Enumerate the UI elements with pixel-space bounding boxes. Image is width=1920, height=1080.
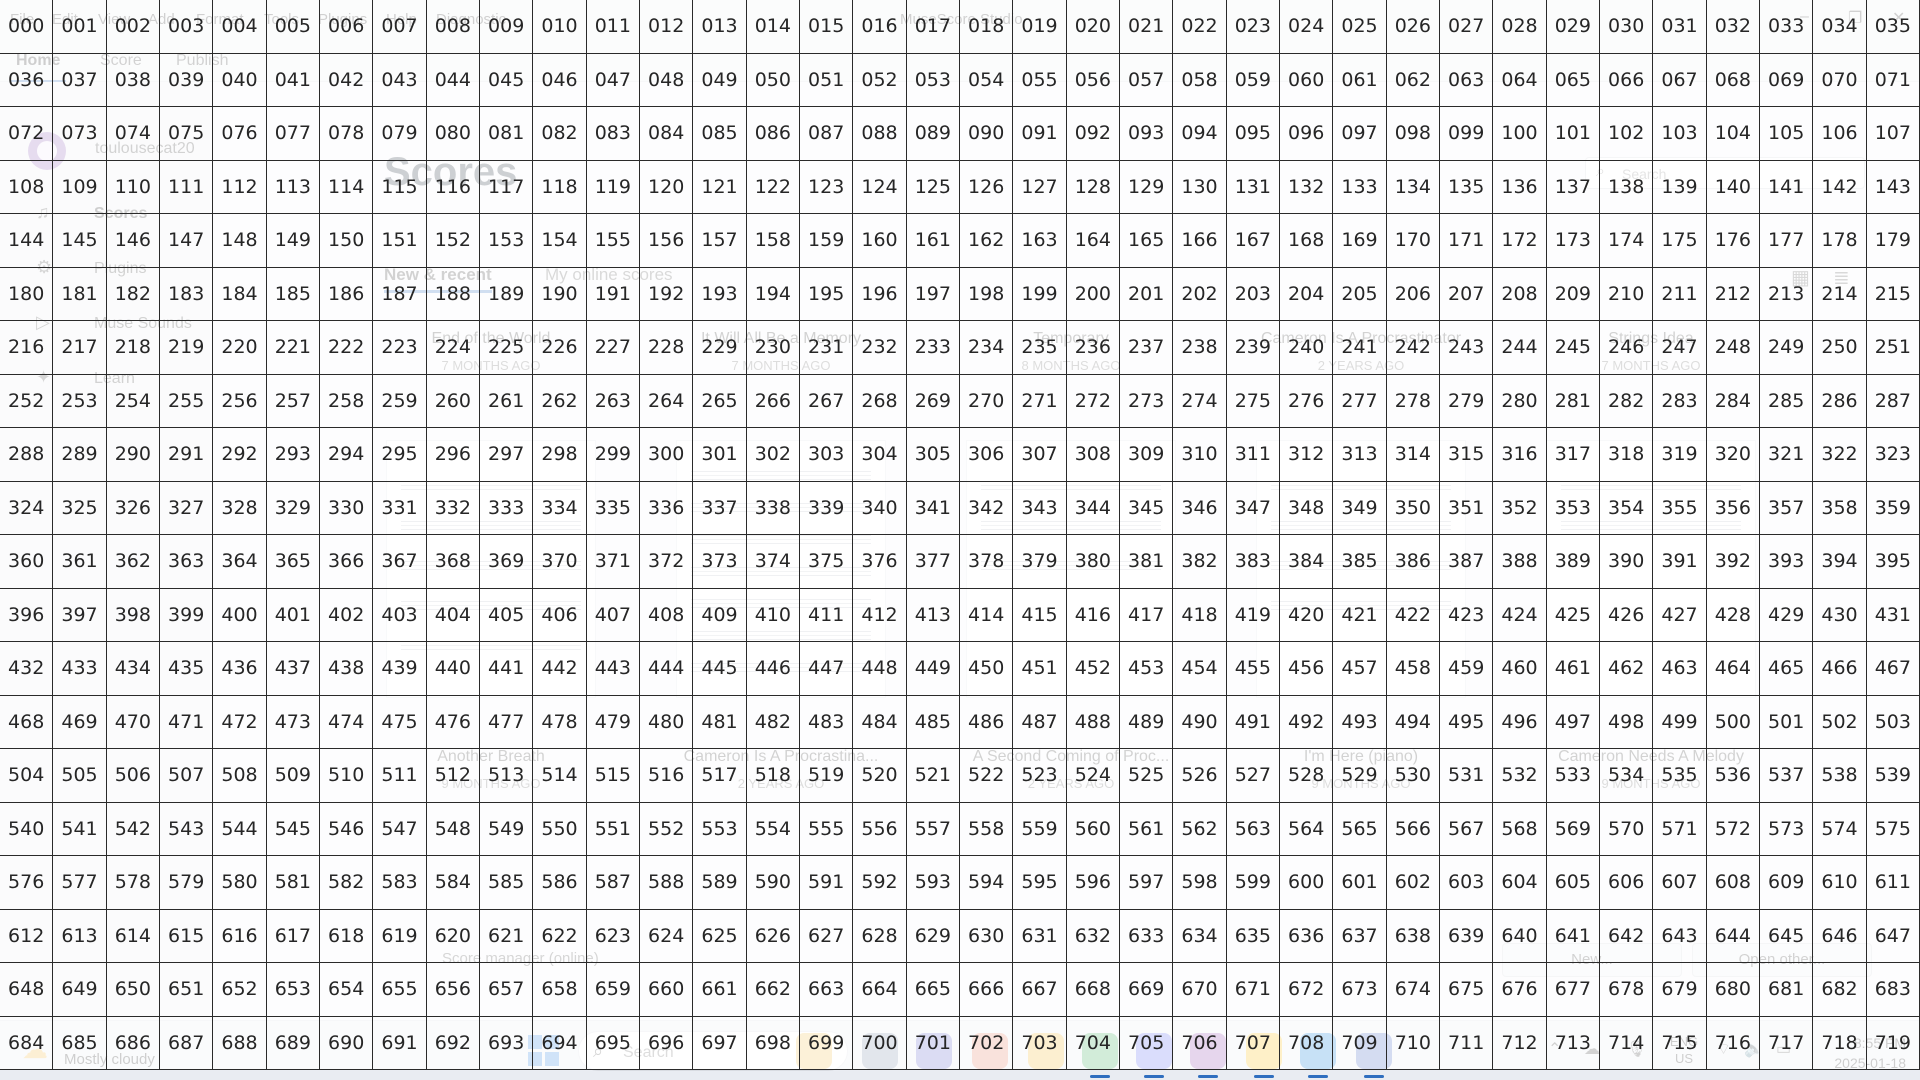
score-title: A Second Coming of Proc...: [972, 748, 1170, 765]
score-thumbnail[interactable]: [966, 440, 1176, 698]
avatar[interactable]: [28, 132, 66, 170]
score-title: End of the World: [431, 330, 551, 347]
menu-file[interactable]: File: [10, 11, 34, 28]
score-modified: 2 YEARS AGO: [1027, 776, 1115, 791]
wifi-icon[interactable]: ⌔: [1716, 1039, 1731, 1059]
score-thumbnail[interactable]: [386, 440, 596, 698]
copilot-icon[interactable]: [972, 1033, 1008, 1069]
keyboard-region: US: [1674, 1051, 1694, 1066]
score-title: Cameron Is A Procrastinator: [1260, 330, 1462, 347]
musescore-window: File Edit View Add Format Tools Plugins …: [0, 0, 1920, 1020]
maximize-button[interactable]: ❐: [1848, 8, 1862, 28]
score-modified: 8 MONTHS AGO: [1021, 358, 1121, 373]
language-code: ENG: [1669, 1034, 1699, 1049]
battery-icon[interactable]: ▭: [1776, 1039, 1791, 1059]
menu-edit[interactable]: Edit: [52, 11, 78, 28]
discord-icon[interactable]: [1136, 1033, 1172, 1078]
tab-home[interactable]: Home: [9, 52, 67, 83]
score-title: It Will All Be a Memory: [700, 330, 862, 347]
score-modified: 7 MONTHS AGO: [441, 358, 541, 373]
window-title: MuseScore Studio: [900, 11, 1023, 28]
sidebar-item-learn[interactable]: Learn: [94, 370, 135, 388]
menu-bar: File Edit View Add Format Tools Plugins …: [0, 0, 1920, 40]
tab-score[interactable]: Score: [100, 52, 142, 70]
score-title: Cameron Needs A Melody: [1558, 748, 1744, 765]
menu-tools[interactable]: Tools: [264, 11, 299, 28]
windows-start-icon[interactable]: [528, 1035, 560, 1067]
sidebar-item-scores[interactable]: Scores: [94, 205, 147, 223]
photos-icon[interactable]: [862, 1033, 898, 1069]
taskbar-search-placeholder: Search: [623, 1044, 674, 1061]
file-explorer-icon[interactable]: [796, 1033, 832, 1069]
teams-icon[interactable]: [916, 1033, 952, 1069]
search-placeholder: Search: [1622, 166, 1667, 182]
taskbar: ☁ Mostly cloudy ⌕ Search ⌃ ☁ 🎙 ENG US ⌔ …: [0, 1020, 1920, 1080]
score-modified: 2 YEARS AGO: [737, 776, 825, 791]
score-title: Cameron Is A Procrastina...: [683, 748, 879, 765]
account-username[interactable]: toulousecat20: [95, 140, 195, 158]
github-desktop-icon[interactable]: [1190, 1033, 1226, 1078]
muse-sounds-icon: ▷: [36, 312, 50, 332]
grid-view-icon[interactable]: ▦: [1791, 265, 1810, 290]
score-title: Strings Idea: [1608, 330, 1694, 347]
musescore-icon[interactable]: [1356, 1033, 1392, 1078]
search-icon: ⌕: [1596, 163, 1605, 180]
menu-view[interactable]: View: [98, 11, 130, 28]
microphone-icon[interactable]: 🎙: [1626, 1039, 1646, 1059]
score-thumbnail[interactable]: [1256, 440, 1466, 698]
score-thumbnail[interactable]: [676, 440, 886, 698]
score-thumbnail[interactable]: [1546, 440, 1756, 698]
menu-add[interactable]: Add: [148, 11, 175, 28]
score-manager-link[interactable]: Score manager (online): [442, 950, 599, 967]
score-title: I'm Here (piano): [1303, 748, 1419, 765]
sidebar-item-plugins[interactable]: Plugins: [94, 260, 146, 278]
vscode-icon[interactable]: [1300, 1033, 1336, 1078]
new-score-button[interactable]: New...: [1502, 943, 1682, 977]
close-button[interactable]: ✕: [1892, 8, 1905, 28]
clock-time: 8:55 PM: [1853, 1035, 1906, 1051]
score-modified: 7 MONTHS AGO: [731, 358, 831, 373]
minimize-button[interactable]: –: [1800, 8, 1809, 26]
scores-icon: ♫: [36, 202, 50, 222]
list-view-icon[interactable]: ≣: [1833, 265, 1850, 290]
workspace-tabs: Home Score Publish: [0, 40, 1920, 83]
folder-icon[interactable]: [1028, 1033, 1064, 1069]
tab-publish[interactable]: Publish: [176, 52, 228, 70]
score-modified: 9 MONTHS AGO: [1311, 776, 1411, 791]
language-indicator[interactable]: ENG US: [1666, 1033, 1702, 1067]
chevron-up-icon[interactable]: ⌃: [1548, 1039, 1561, 1059]
score-modified: 7 MONTHS AGO: [1601, 358, 1701, 373]
score-title: Temporary: [1033, 330, 1109, 347]
learn-icon: ✦: [36, 367, 52, 387]
clock-date: 2025-01-18: [1834, 1055, 1906, 1071]
plugins-icon: ⚙: [36, 257, 53, 277]
weather-text[interactable]: Mostly cloudy: [64, 1051, 155, 1068]
sidebar-item-muse-sounds[interactable]: Muse Sounds: [94, 315, 192, 333]
score-modified: 9 MONTHS AGO: [1601, 776, 1701, 791]
menu-diagnostic[interactable]: Diagnostic: [436, 11, 506, 28]
menu-format[interactable]: Format: [196, 11, 244, 28]
onedrive-icon[interactable]: ☁: [1584, 1039, 1600, 1059]
tab-new-recent[interactable]: New & recent: [384, 265, 492, 293]
menu-plugins[interactable]: Plugins: [318, 11, 367, 28]
volume-icon[interactable]: 🔈: [1744, 1039, 1764, 1059]
open-other-button[interactable]: Open other...: [1692, 943, 1872, 977]
score-modified: 9 MONTHS AGO: [441, 776, 541, 791]
chrome-icon[interactable]: [1082, 1033, 1118, 1078]
menu-help[interactable]: Help: [386, 11, 417, 28]
weather-icon[interactable]: ☁: [22, 1034, 48, 1065]
score-modified: 2 YEARS AGO: [1317, 358, 1405, 373]
tab-my-online-scores[interactable]: My online scores: [545, 265, 673, 285]
system-clock[interactable]: 8:55 PM 2025-01-18: [1806, 1033, 1906, 1073]
scores-search-input[interactable]: ⌕ Search: [1585, 157, 1865, 189]
score-title: Another Breath: [437, 748, 545, 765]
page-title: Scores: [384, 150, 518, 194]
search-icon: ⌕: [593, 1041, 604, 1061]
chrome-profile-icon[interactable]: [1246, 1033, 1282, 1078]
